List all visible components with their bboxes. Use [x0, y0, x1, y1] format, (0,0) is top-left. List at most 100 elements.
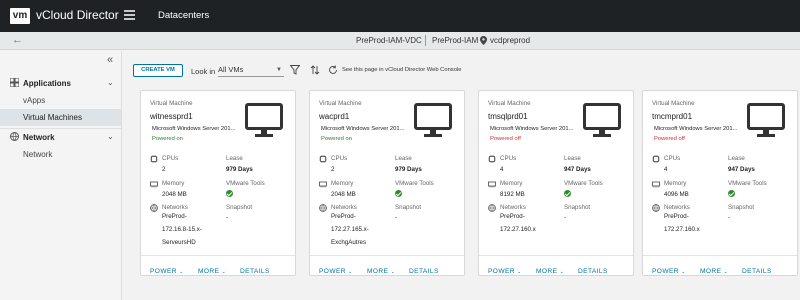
location-pin-icon: [480, 36, 487, 45]
sidebar-item-virtual-machines[interactable]: Virtual Machines: [0, 109, 121, 126]
check-circle-icon: [564, 190, 571, 197]
cpus-value: 4: [500, 166, 504, 173]
lease-label: Lease: [226, 155, 243, 162]
check-circle-icon: [226, 190, 233, 197]
vm-name[interactable]: wacprd1: [319, 112, 349, 121]
power-label: POWER: [488, 268, 515, 275]
sidebar-item-network[interactable]: Network: [0, 146, 121, 163]
memory-icon: [652, 181, 660, 188]
card-footer-divider: [310, 255, 464, 256]
networks-label: Networks: [331, 204, 357, 211]
power-menu-button[interactable]: POWER ⌄: [150, 268, 184, 275]
sidebar: « Applications ⌄ vApps Virtual Machines …: [0, 51, 122, 300]
memory-icon: [488, 181, 496, 188]
look-in-label: Look in: [191, 67, 216, 76]
details-button[interactable]: DETAILS: [409, 268, 439, 275]
cpus-label: CPUs: [162, 155, 179, 162]
memory-value: 8192 MB: [500, 191, 525, 198]
context-divider: [425, 35, 426, 46]
sort-icon[interactable]: [310, 65, 320, 75]
snapshot-label: Snapshot: [728, 204, 755, 211]
memory-value: 2048 MB: [162, 191, 187, 198]
web-console-link[interactable]: See this page in vCloud Director Web Con…: [342, 67, 461, 73]
vm-network-line: 172.27.160.x: [500, 226, 536, 233]
top-header: vm vCloud Director Datacenters: [0, 0, 800, 32]
memory-label: Memory: [162, 180, 185, 187]
check-circle-icon: [395, 190, 402, 197]
memory-label: Memory: [331, 180, 354, 187]
memory-label: Memory: [664, 180, 687, 187]
snapshot-value: -: [226, 214, 229, 221]
monitor-icon: [414, 103, 452, 137]
chevron-down-icon[interactable]: ⌄: [107, 78, 114, 87]
sidebar-section-label: Network: [23, 133, 55, 142]
vm-name[interactable]: tmsqlprd01: [488, 112, 528, 121]
nav-datacenters[interactable]: Datacenters: [158, 10, 209, 21]
vm-network-line: PreProd-: [331, 213, 356, 220]
cpus-value: 2: [331, 166, 335, 173]
sidebar-item-label: vApps: [23, 96, 46, 105]
vm-card[interactable]: Virtual Machine wacprd1 Microsoft Window…: [309, 90, 465, 276]
card-footer-divider: [141, 255, 295, 256]
vm-card[interactable]: Virtual Machine witnessprd1 Microsoft Wi…: [140, 90, 296, 276]
context-org: PreProd-IAM: [432, 36, 479, 45]
sidebar-section-network[interactable]: Network: [10, 132, 55, 142]
vm-name[interactable]: witnessprd1: [150, 112, 193, 121]
chevron-down-icon: ⌄: [681, 269, 686, 275]
more-menu-button[interactable]: MORE ⌄: [700, 268, 728, 275]
refresh-icon[interactable]: [328, 65, 338, 75]
context-vdc: PreProd-IAM-VDC: [356, 36, 422, 45]
menu-icon[interactable]: [124, 10, 135, 20]
create-vm-button[interactable]: CREATE VM: [133, 64, 183, 77]
network-icon: [10, 132, 19, 141]
chevron-down-icon[interactable]: ⌄: [107, 132, 114, 141]
lease-value: 947 Days: [728, 166, 755, 173]
chevron-down-icon: ⌄: [221, 269, 227, 275]
chevron-down-icon: ⌄: [723, 269, 729, 275]
details-button[interactable]: DETAILS: [240, 268, 270, 275]
more-menu-button[interactable]: MORE ⌄: [198, 268, 226, 275]
power-menu-button[interactable]: POWER ⌄: [652, 268, 686, 275]
vmware-tools-label: VMware Tools: [728, 180, 767, 187]
vm-card[interactable]: Virtual Machine tmsqlprd01 Microsoft Win…: [478, 90, 634, 276]
chevron-down-icon: ⌄: [390, 269, 396, 275]
vm-power-status: Powered on: [321, 136, 352, 142]
collapse-sidebar-icon[interactable]: «: [107, 54, 113, 66]
more-menu-button[interactable]: MORE ⌄: [536, 268, 564, 275]
cpu-icon: [488, 155, 496, 163]
details-button[interactable]: DETAILS: [742, 268, 772, 275]
sidebar-section-applications[interactable]: Applications: [10, 78, 71, 88]
cpus-value: 4: [664, 166, 668, 173]
vm-network-line: 172.16.8-15.x-: [162, 226, 202, 233]
card-footer-divider: [643, 255, 797, 256]
vm-name[interactable]: tmcmprd01: [652, 112, 692, 121]
sidebar-item-vapps[interactable]: vApps: [0, 92, 121, 109]
sidebar-divider: [0, 128, 121, 129]
lease-label: Lease: [395, 155, 412, 162]
snapshot-label: Snapshot: [226, 204, 253, 211]
look-in-select[interactable]: All VMs ▼: [218, 65, 284, 77]
network-icon: [652, 204, 660, 212]
monitor-icon: [747, 103, 785, 137]
network-icon: [319, 204, 327, 212]
power-menu-button[interactable]: POWER ⌄: [488, 268, 522, 275]
vm-card[interactable]: Virtual Machine tmcmprd01 Microsoft Wind…: [642, 90, 798, 276]
chevron-down-icon: ⌄: [517, 269, 522, 275]
vm-network-line: 172.27.165.x-: [331, 226, 369, 233]
memory-value: 2048 MB: [331, 191, 356, 198]
more-label: MORE: [700, 268, 722, 275]
more-label: MORE: [536, 268, 558, 275]
more-menu-button[interactable]: MORE ⌄: [367, 268, 395, 275]
memory-value: 4096 MB: [664, 191, 689, 198]
cpus-label: CPUs: [500, 155, 517, 162]
details-button[interactable]: DETAILS: [578, 268, 608, 275]
cpu-icon: [319, 155, 327, 163]
power-label: POWER: [150, 268, 177, 275]
power-menu-button[interactable]: POWER ⌄: [319, 268, 353, 275]
snapshot-value: -: [728, 214, 731, 221]
back-arrow-icon[interactable]: ←: [12, 34, 23, 46]
filter-icon[interactable]: [290, 65, 300, 75]
cpus-value: 2: [162, 166, 166, 173]
power-label: POWER: [319, 268, 346, 275]
snapshot-label: Snapshot: [564, 204, 591, 211]
